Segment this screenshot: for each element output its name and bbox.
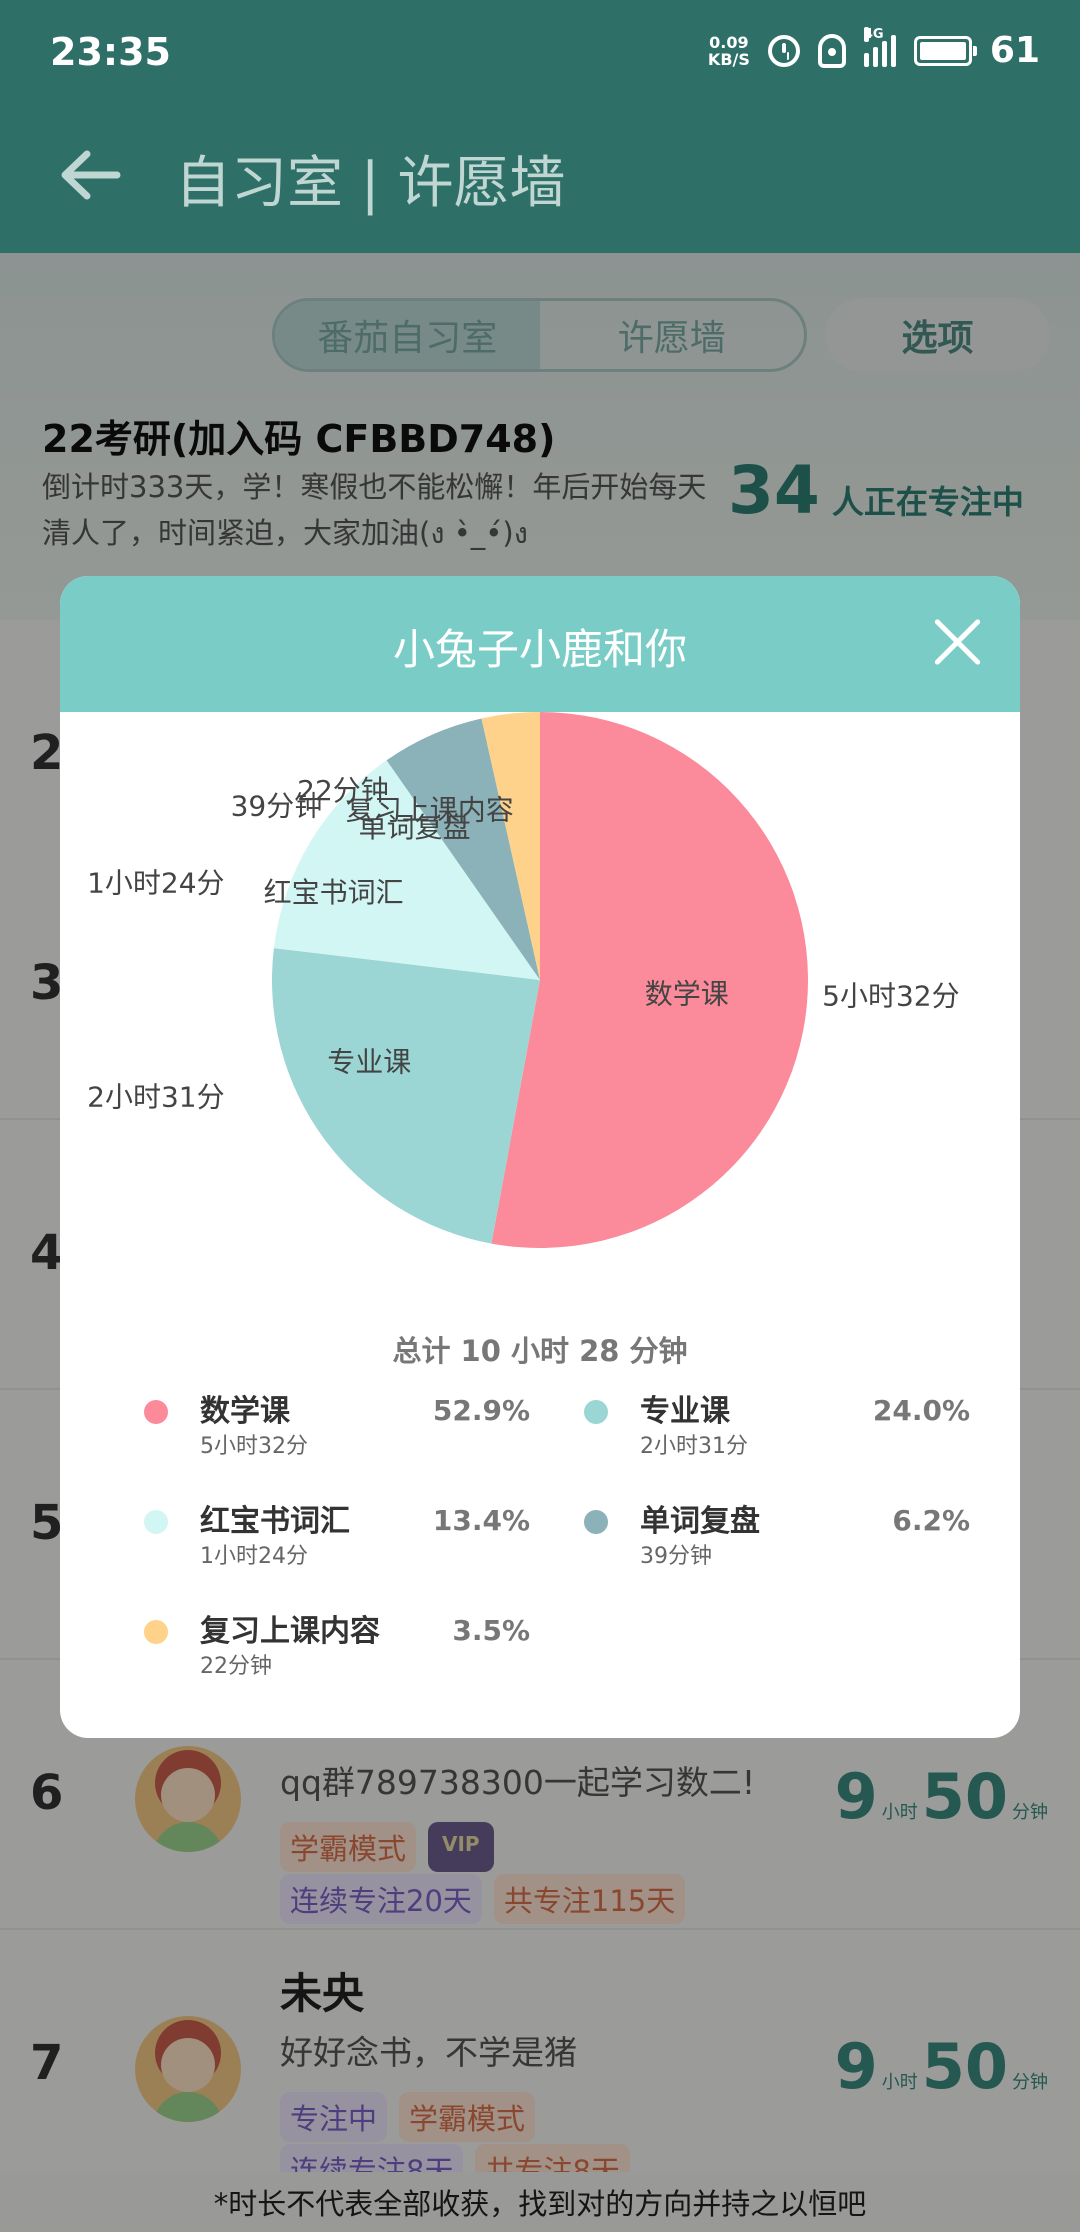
slice-value-label: 22分钟 [297,774,389,807]
status-bar: 23:35 0.09 KB/S 4G 61 [0,0,1080,108]
slice-label: 数学课 [645,977,729,1010]
legend-item: 红宝书词汇 1小时24分 13.4% [60,1496,530,1576]
battery-icon [913,35,977,66]
battery-level: 61 [989,30,1040,71]
slice-value-label: 1小时24分 [87,867,224,900]
legend-label: 红宝书词汇 [200,1504,350,1539]
slice-label: 红宝书词汇 [264,876,404,909]
alarm-clock-icon [767,34,800,67]
legend-swatch [584,1400,608,1424]
legend-swatch [144,1510,168,1534]
stats-dialog: 小兔子小鹿和你 数学课 5小时32分 专业课 2小时31分 红宝书词汇 1小时24分 单词复… [60,576,1020,1738]
legend-time: 5小时32分 [200,1434,308,1459]
app-bar: 自习室 | 许愿墙 [0,108,1080,253]
legend-label: 专业课 [640,1394,730,1429]
legend-percent: 24.0% [872,1394,970,1427]
legend-time: 22分钟 [200,1654,272,1679]
net-speed: 0.09 KB/S [707,32,750,69]
signal-icon: 4G [863,26,896,67]
legend-percent: 6.2% [892,1504,970,1537]
notification-icon [817,33,846,68]
dialog-title: 小兔子小鹿和你 [392,625,687,674]
close-icon[interactable] [924,609,990,675]
status-icons: 0.09 KB/S 4G 61 [707,26,1040,71]
legend-percent: 3.5% [452,1614,530,1647]
legend-time: 1小时24分 [200,1544,308,1569]
legend-label: 复习上课内容 [200,1614,380,1649]
legend-item: 专业课 2小时31分 24.0% [500,1386,970,1466]
page-title: 自习室 | 许愿墙 [175,151,566,216]
legend-swatch [584,1510,608,1534]
slice-label: 专业课 [327,1045,411,1078]
slice-value-label: 5小时32分 [822,979,959,1012]
dialog-header: 小兔子小鹿和你 [60,576,1020,712]
legend-item: 单词复盘 39分钟 6.2% [500,1496,970,1576]
legend-label: 单词复盘 [640,1504,760,1539]
legend-time: 39分钟 [640,1544,712,1569]
legend-item: 复习上课内容 22分钟 3.5% [60,1606,530,1686]
slice-value-label: 2小时31分 [87,1080,224,1113]
back-arrow-icon[interactable] [55,140,125,210]
legend-time: 2小时31分 [640,1434,748,1459]
legend-item: 数学课 5小时32分 52.9% [60,1386,530,1466]
pie-chart: 数学课 5小时32分专业课2小时31分红宝书词汇1小时24分单词复盘39分钟 复习上… [87,712,960,1248]
legend-swatch [144,1620,168,1644]
status-time: 23:35 [50,30,171,74]
legend-swatch [144,1400,168,1424]
total-duration: 总计 10 小时 28 分钟 [392,1334,688,1368]
legend-label: 数学课 [200,1394,290,1429]
